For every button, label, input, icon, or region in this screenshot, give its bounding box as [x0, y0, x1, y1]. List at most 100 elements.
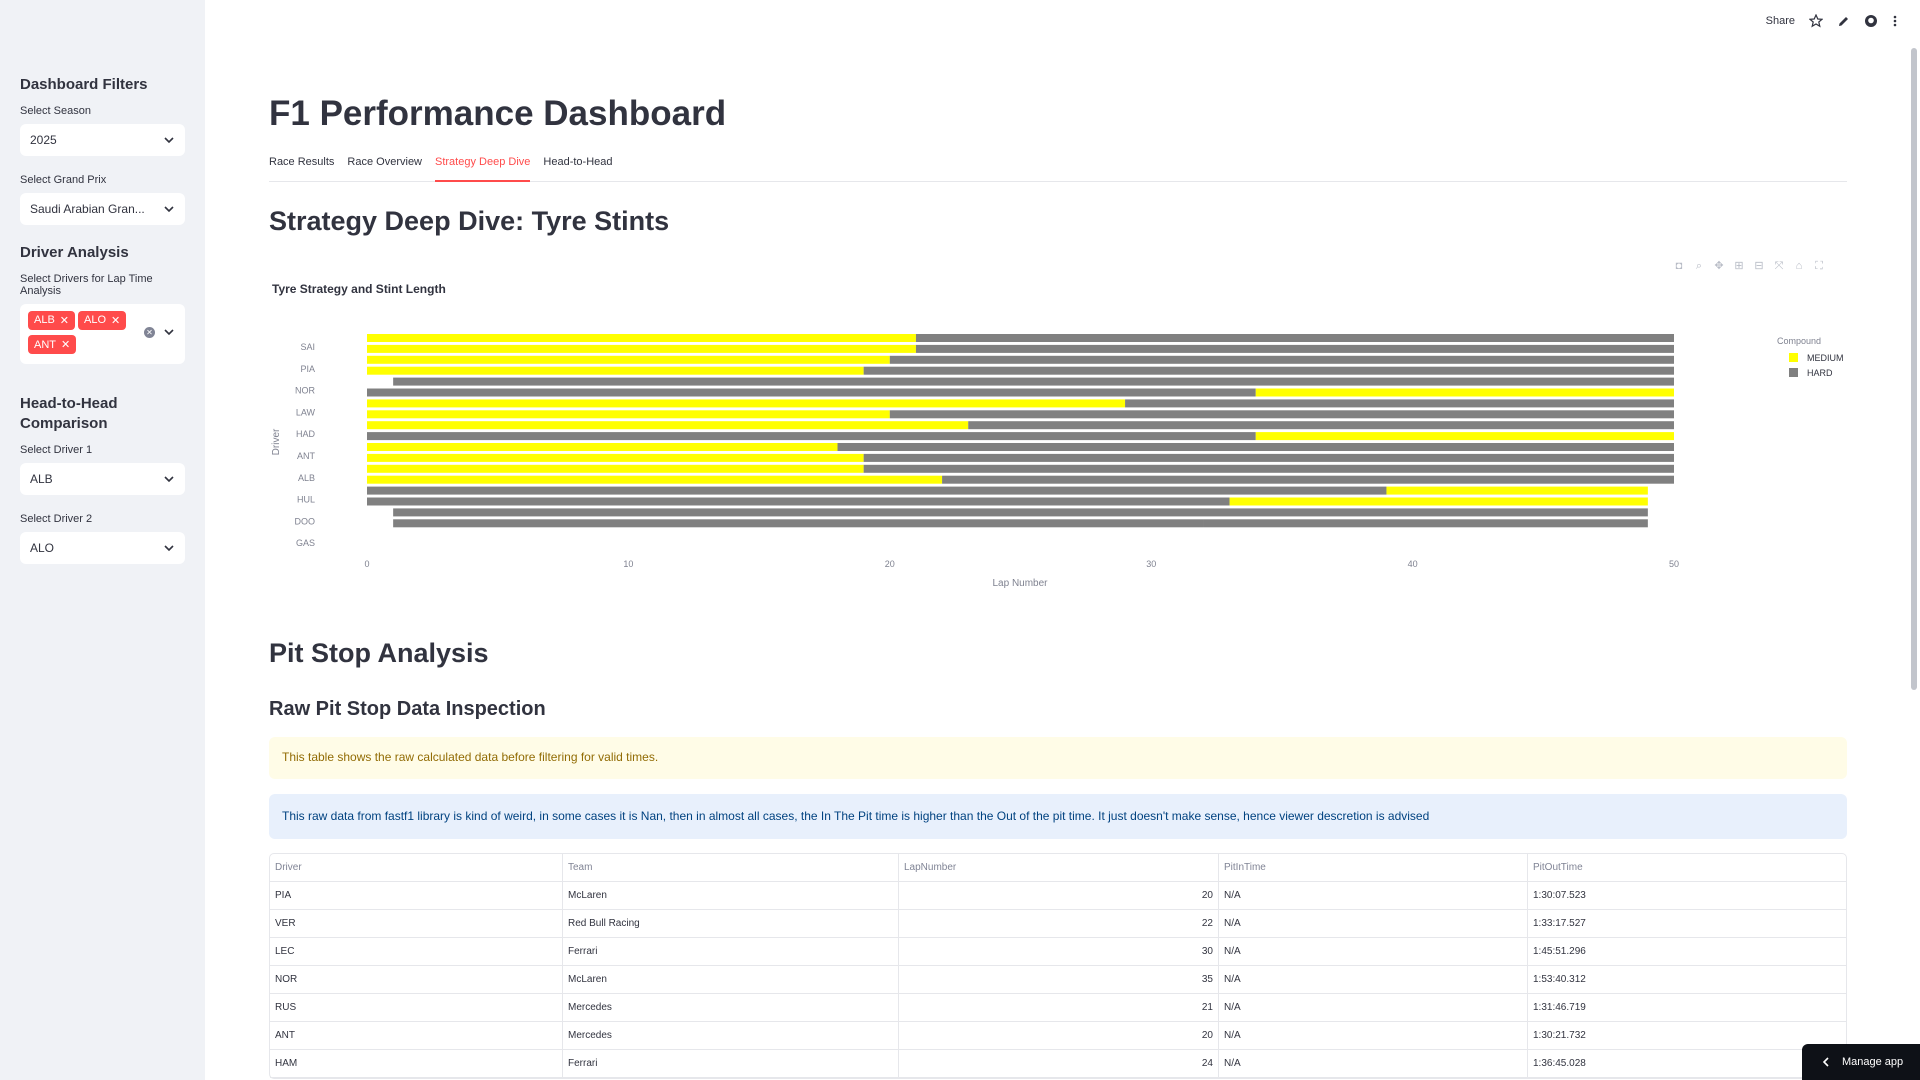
stint-bar[interactable]	[367, 464, 864, 473]
stint-bar[interactable]	[968, 421, 1674, 430]
y-tick-label: HUL	[297, 495, 315, 505]
page-scrollbar[interactable]	[1911, 48, 1917, 690]
stint-bar[interactable]	[863, 453, 1674, 462]
stint-bar[interactable]	[367, 355, 890, 364]
stint-bar[interactable]	[1125, 399, 1674, 408]
edit-icon[interactable]	[1837, 15, 1850, 28]
stint-bar[interactable]	[915, 334, 1674, 342]
share-button[interactable]: Share	[1766, 15, 1795, 27]
table-row[interactable]: ANT Mercedes 20 N/A 1:30:21.732	[270, 1022, 1846, 1050]
tab-head-to-head[interactable]: Head-to-Head	[543, 152, 612, 182]
legend-label[interactable]: HARD	[1807, 368, 1833, 378]
table-row[interactable]: NOR McLaren 35 N/A 1:53:40.312	[270, 966, 1846, 994]
stint-bar[interactable]	[863, 464, 1674, 473]
tab-strategy-deep-dive[interactable]: Strategy Deep Dive	[435, 152, 531, 182]
stint-bar[interactable]	[367, 453, 864, 462]
stint-bar[interactable]	[367, 497, 1230, 506]
column-header[interactable]: Driver	[270, 854, 563, 881]
stint-bar[interactable]	[367, 366, 864, 375]
stint-bar[interactable]	[863, 366, 1674, 375]
stint-bar[interactable]	[889, 355, 1674, 364]
table-cell: PIA	[270, 882, 563, 909]
more-menu-icon[interactable]	[1892, 14, 1898, 28]
stint-bar[interactable]	[942, 475, 1674, 484]
driver1-value: ALB	[30, 472, 53, 486]
column-header[interactable]: LapNumber	[899, 854, 1219, 881]
driver2-select[interactable]: ALO	[20, 532, 185, 564]
driver-chip[interactable]: ALO ✕	[78, 310, 127, 330]
manage-app-button[interactable]: Manage app	[1802, 1044, 1920, 1080]
chevron-down-icon[interactable]	[163, 326, 175, 338]
season-select[interactable]: 2025	[20, 124, 185, 156]
stint-bar[interactable]	[367, 334, 916, 342]
y-tick-label: PIA	[300, 364, 315, 374]
table-row[interactable]: VER Red Bull Racing 22 N/A 1:33:17.527	[270, 910, 1846, 938]
x-tick-label: 30	[1146, 559, 1156, 569]
home-icon[interactable]: ⌂	[1793, 260, 1805, 272]
stint-bar[interactable]	[367, 475, 943, 484]
star-icon[interactable]	[1809, 14, 1823, 28]
legend-swatch[interactable]	[1789, 368, 1798, 377]
github-icon[interactable]	[1864, 14, 1878, 28]
table-cell: 1:30:07.523	[1533, 890, 1586, 901]
stint-bar[interactable]	[1203, 519, 1648, 528]
fullscreen-icon[interactable]: ⛶	[1813, 260, 1825, 272]
stint-bar[interactable]	[367, 486, 1387, 495]
remove-icon[interactable]: ✕	[111, 314, 120, 327]
stint-bar[interactable]	[393, 508, 1648, 517]
table-cell: N/A	[1219, 1050, 1528, 1077]
clear-icon[interactable]: ✕	[144, 326, 155, 338]
stint-bar[interactable]	[367, 421, 969, 430]
stint-bar[interactable]	[367, 344, 916, 353]
drivers-multiselect[interactable]: ALB ✕ ALO ✕ ANT ✕ ✕	[20, 304, 185, 364]
zoom-out-icon[interactable]: ⊟	[1753, 260, 1765, 272]
table-cell: 35	[899, 966, 1219, 993]
y-tick-label: ANT	[297, 451, 316, 461]
stint-bar[interactable]	[1255, 432, 1674, 441]
stint-bar[interactable]	[367, 388, 1256, 397]
table-cell: Red Bull Racing	[563, 910, 899, 937]
remove-icon[interactable]: ✕	[61, 338, 70, 351]
legend-swatch[interactable]	[1789, 353, 1798, 362]
page-title: F1 Performance Dashboard	[269, 94, 727, 133]
stint-bar[interactable]	[889, 410, 1674, 419]
stint-bar[interactable]	[1255, 388, 1674, 397]
table-row[interactable]: RUS Mercedes 21 N/A 1:31:46.719	[270, 994, 1846, 1022]
chevron-down-icon	[164, 476, 174, 483]
stint-bar[interactable]	[837, 443, 1674, 451]
info-notice: This raw data from fastf1 library is kin…	[269, 794, 1847, 839]
pit-stop-table[interactable]: Driver Team LapNumber PitInTime PitOutTi…	[269, 853, 1847, 1079]
stint-bar[interactable]	[1229, 497, 1648, 506]
stint-bar[interactable]	[367, 432, 1256, 441]
table-cell: Mercedes	[563, 994, 899, 1021]
legend-label[interactable]: MEDIUM	[1807, 353, 1844, 363]
pan-icon[interactable]: ✥	[1713, 260, 1725, 272]
camera-icon[interactable]: ◘	[1673, 260, 1685, 272]
stint-bar[interactable]	[393, 519, 1204, 528]
column-header[interactable]: PitOutTime	[1528, 854, 1848, 881]
tab-race-overview[interactable]: Race Overview	[347, 152, 422, 182]
driver1-select[interactable]: ALB	[20, 463, 185, 495]
table-cell: McLaren	[563, 882, 899, 909]
driver-chip[interactable]: ANT ✕	[28, 335, 77, 354]
remove-icon[interactable]: ✕	[60, 314, 69, 327]
gp-label: Select Grand Prix	[20, 174, 107, 186]
table-row[interactable]: LEC Ferrari 30 N/A 1:45:51.296	[270, 938, 1846, 966]
autoscale-icon[interactable]: ⤧	[1773, 260, 1785, 272]
stint-bar[interactable]	[367, 399, 1126, 408]
stint-bar[interactable]	[367, 410, 890, 419]
zoom-in-icon[interactable]: ⊞	[1733, 260, 1745, 272]
stint-bar[interactable]	[1386, 486, 1648, 495]
stint-bar[interactable]	[393, 377, 1674, 386]
grand-prix-select[interactable]: Saudi Arabian Gran...	[20, 193, 185, 225]
driver-chip[interactable]: ALB ✕	[28, 310, 76, 330]
table-row[interactable]: PIA McLaren 20 N/A 1:30:07.523	[270, 882, 1846, 910]
tab-race-results[interactable]: Race Results	[269, 152, 334, 182]
column-header[interactable]: Team	[563, 854, 899, 881]
column-header[interactable]: PitInTime	[1219, 854, 1528, 881]
chart-title: Tyre Strategy and Stint Length	[272, 282, 446, 296]
stint-bar[interactable]	[367, 443, 838, 451]
table-row[interactable]: HAM Ferrari 24 N/A 1:36:45.028	[270, 1050, 1846, 1078]
zoom-icon[interactable]: ⌕	[1693, 260, 1705, 272]
stint-bar[interactable]	[915, 344, 1674, 353]
